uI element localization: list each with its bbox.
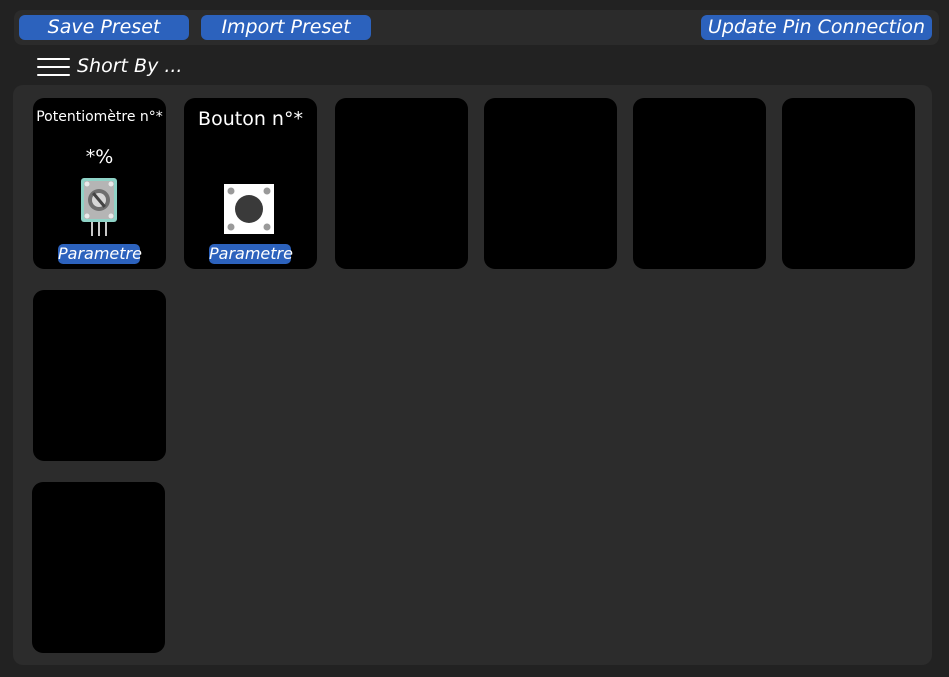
potentiometer-value: *% (85, 146, 114, 168)
save-preset-button[interactable]: Save Preset (19, 15, 189, 40)
empty-module-slot[interactable] (633, 98, 766, 269)
sort-label[interactable]: Short By ... (77, 55, 182, 77)
parametre-button[interactable]: Parametre (58, 244, 142, 264)
sort-menu[interactable]: Short By ... (37, 52, 182, 80)
card-potentiometer[interactable]: Potentiomètre n°* *% Parametre (33, 98, 166, 269)
app-window: Save Preset Import Preset Update Pin Con… (0, 0, 949, 677)
import-preset-button[interactable]: Import Preset (201, 15, 371, 40)
parametre-button[interactable]: Parametre (209, 244, 293, 264)
empty-module-slot[interactable] (32, 482, 165, 653)
card-title: Bouton n°* (198, 108, 303, 130)
potentiometer-icon (81, 178, 117, 236)
empty-module-slot[interactable] (782, 98, 915, 269)
card-button[interactable]: Bouton n°* Parametre (184, 98, 317, 269)
top-toolbar: Save Preset Import Preset Update Pin Con… (14, 10, 939, 45)
hamburger-menu-icon[interactable] (37, 55, 70, 77)
empty-module-slot[interactable] (335, 98, 468, 269)
module-grid-panel: Potentiomètre n°* *% Parametre Bouton n°… (13, 85, 932, 665)
empty-module-slot[interactable] (33, 290, 166, 461)
empty-module-slot[interactable] (484, 98, 617, 269)
update-pin-connection-button[interactable]: Update Pin Connection (701, 15, 932, 40)
card-title: Potentiomètre n°* (36, 109, 163, 125)
push-button-icon (224, 184, 274, 234)
